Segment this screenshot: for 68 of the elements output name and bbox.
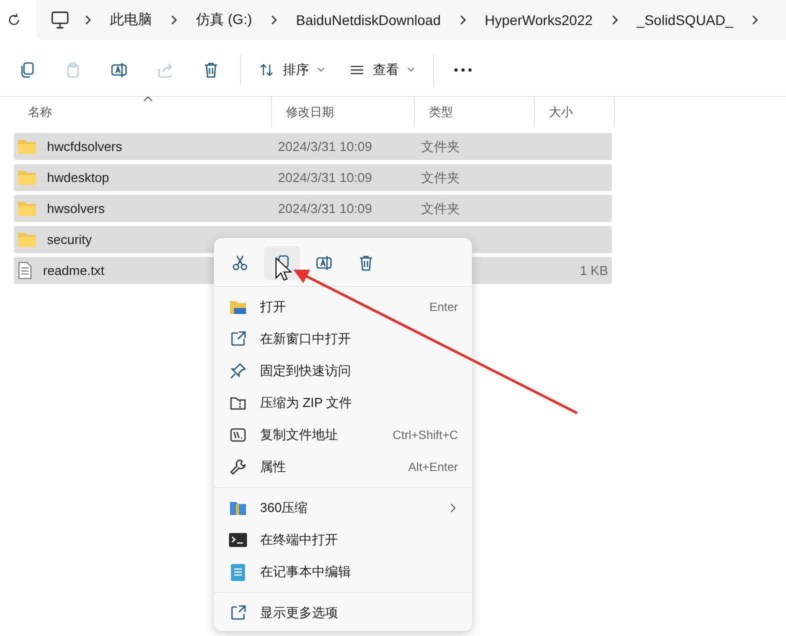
file-size: 1 KB — [580, 263, 609, 278]
column-header[interactable]: 类型 — [415, 97, 535, 127]
menu-item[interactable]: 固定到快速访问 — [218, 355, 468, 387]
delete-icon — [357, 254, 375, 272]
path-icon — [229, 426, 247, 444]
text-file-icon — [18, 262, 32, 279]
expand-icon — [229, 604, 247, 622]
file-name: hwsolvers — [46, 201, 105, 216]
breadcrumb-item[interactable]: BaiduNetdiskDownload — [292, 12, 445, 28]
column-header[interactable]: 大小 — [535, 97, 615, 127]
menu-item[interactable]: 显示更多选项 — [218, 597, 468, 629]
breadcrumb-item[interactable]: _SolidSQUAD_ — [632, 12, 738, 28]
sort-icon — [259, 62, 275, 78]
menu-item[interactable]: 属性 Alt+Enter — [218, 451, 468, 483]
refresh-icon — [6, 12, 22, 28]
mouse-cursor-icon — [276, 256, 292, 281]
view-menu-button[interactable]: 查看 — [337, 52, 427, 88]
notepad-icon — [231, 563, 245, 581]
menu-item[interactable]: 在终端中打开 — [218, 524, 468, 556]
file-name: hwdesktop — [46, 170, 110, 185]
shortcut-text: Enter — [429, 300, 458, 314]
rename-icon — [315, 254, 333, 272]
file-name: hwcfdsolvers — [46, 139, 122, 154]
sort-caret-icon — [143, 96, 153, 102]
open-external-icon — [229, 330, 247, 348]
file-type: 文件夹 — [420, 138, 460, 154]
menu-item[interactable]: 压缩为 ZIP 文件 — [218, 387, 468, 419]
file-type: 文件夹 — [420, 200, 460, 216]
file-row[interactable]: hwcfdsolvers 2024/3/31 10:09 文件夹 — [14, 133, 612, 160]
file-type: 文件夹 — [420, 170, 460, 184]
column-header[interactable]: 名称 — [14, 97, 272, 127]
modified-date: 2024/3/31 10:09 — [277, 200, 372, 216]
breadcrumb-item[interactable]: HyperWorks2022 — [480, 12, 597, 28]
menu-item[interactable]: 在新窗口中打开 — [218, 323, 468, 355]
file-name: readme.txt — [42, 263, 104, 278]
address-bar[interactable]: 此电脑 仿真 (G:) BaiduNetdiskDownload HyperWorks2022 _SolidSQUAD_ — [36, 0, 786, 40]
file-name: security — [46, 232, 92, 247]
share-icon — [156, 61, 174, 79]
caret-icon — [407, 67, 415, 73]
delete-icon — [202, 61, 220, 79]
menu-item[interactable]: 打开 Enter — [218, 291, 468, 323]
terminal-icon — [229, 533, 247, 547]
shortcut-text: Alt+Enter — [408, 460, 458, 474]
folder-icon — [18, 201, 36, 216]
file-row[interactable]: hwsolvers 2024/3/31 10:09 文件夹 — [14, 195, 612, 222]
menu-item[interactable]: 复制文件地址 Ctrl+Shift+C — [218, 419, 468, 451]
breadcrumb-item[interactable]: 仿真 (G:) — [192, 11, 256, 29]
folder-icon — [18, 139, 36, 154]
column-header[interactable]: 修改日期 — [272, 97, 415, 127]
rename-icon — [110, 61, 128, 79]
archive-folder-icon — [229, 500, 247, 516]
modified-date: 2024/3/31 10:09 — [277, 170, 372, 184]
folder-icon — [18, 232, 36, 247]
file-row[interactable]: hwdesktop 2024/3/31 10:09 文件夹 — [14, 164, 612, 191]
more-icon — [454, 68, 472, 72]
folder-icon — [18, 170, 36, 185]
shortcut-text: Ctrl+Shift+C — [392, 428, 458, 442]
breadcrumb-item[interactable]: 此电脑 — [106, 11, 156, 29]
menu-item[interactable]: 在记事本中编辑 — [218, 556, 468, 588]
computer-icon — [50, 10, 70, 30]
folder-icon — [229, 299, 247, 315]
wrench-icon — [229, 458, 247, 476]
pin-icon — [229, 362, 247, 380]
caret-icon — [317, 67, 325, 73]
sort-menu-button[interactable]: 排序 — [247, 52, 337, 88]
menu-item[interactable]: 360压缩 — [218, 492, 468, 524]
modified-date: 2024/3/31 10:09 — [277, 138, 372, 154]
scissors-icon — [231, 254, 249, 272]
